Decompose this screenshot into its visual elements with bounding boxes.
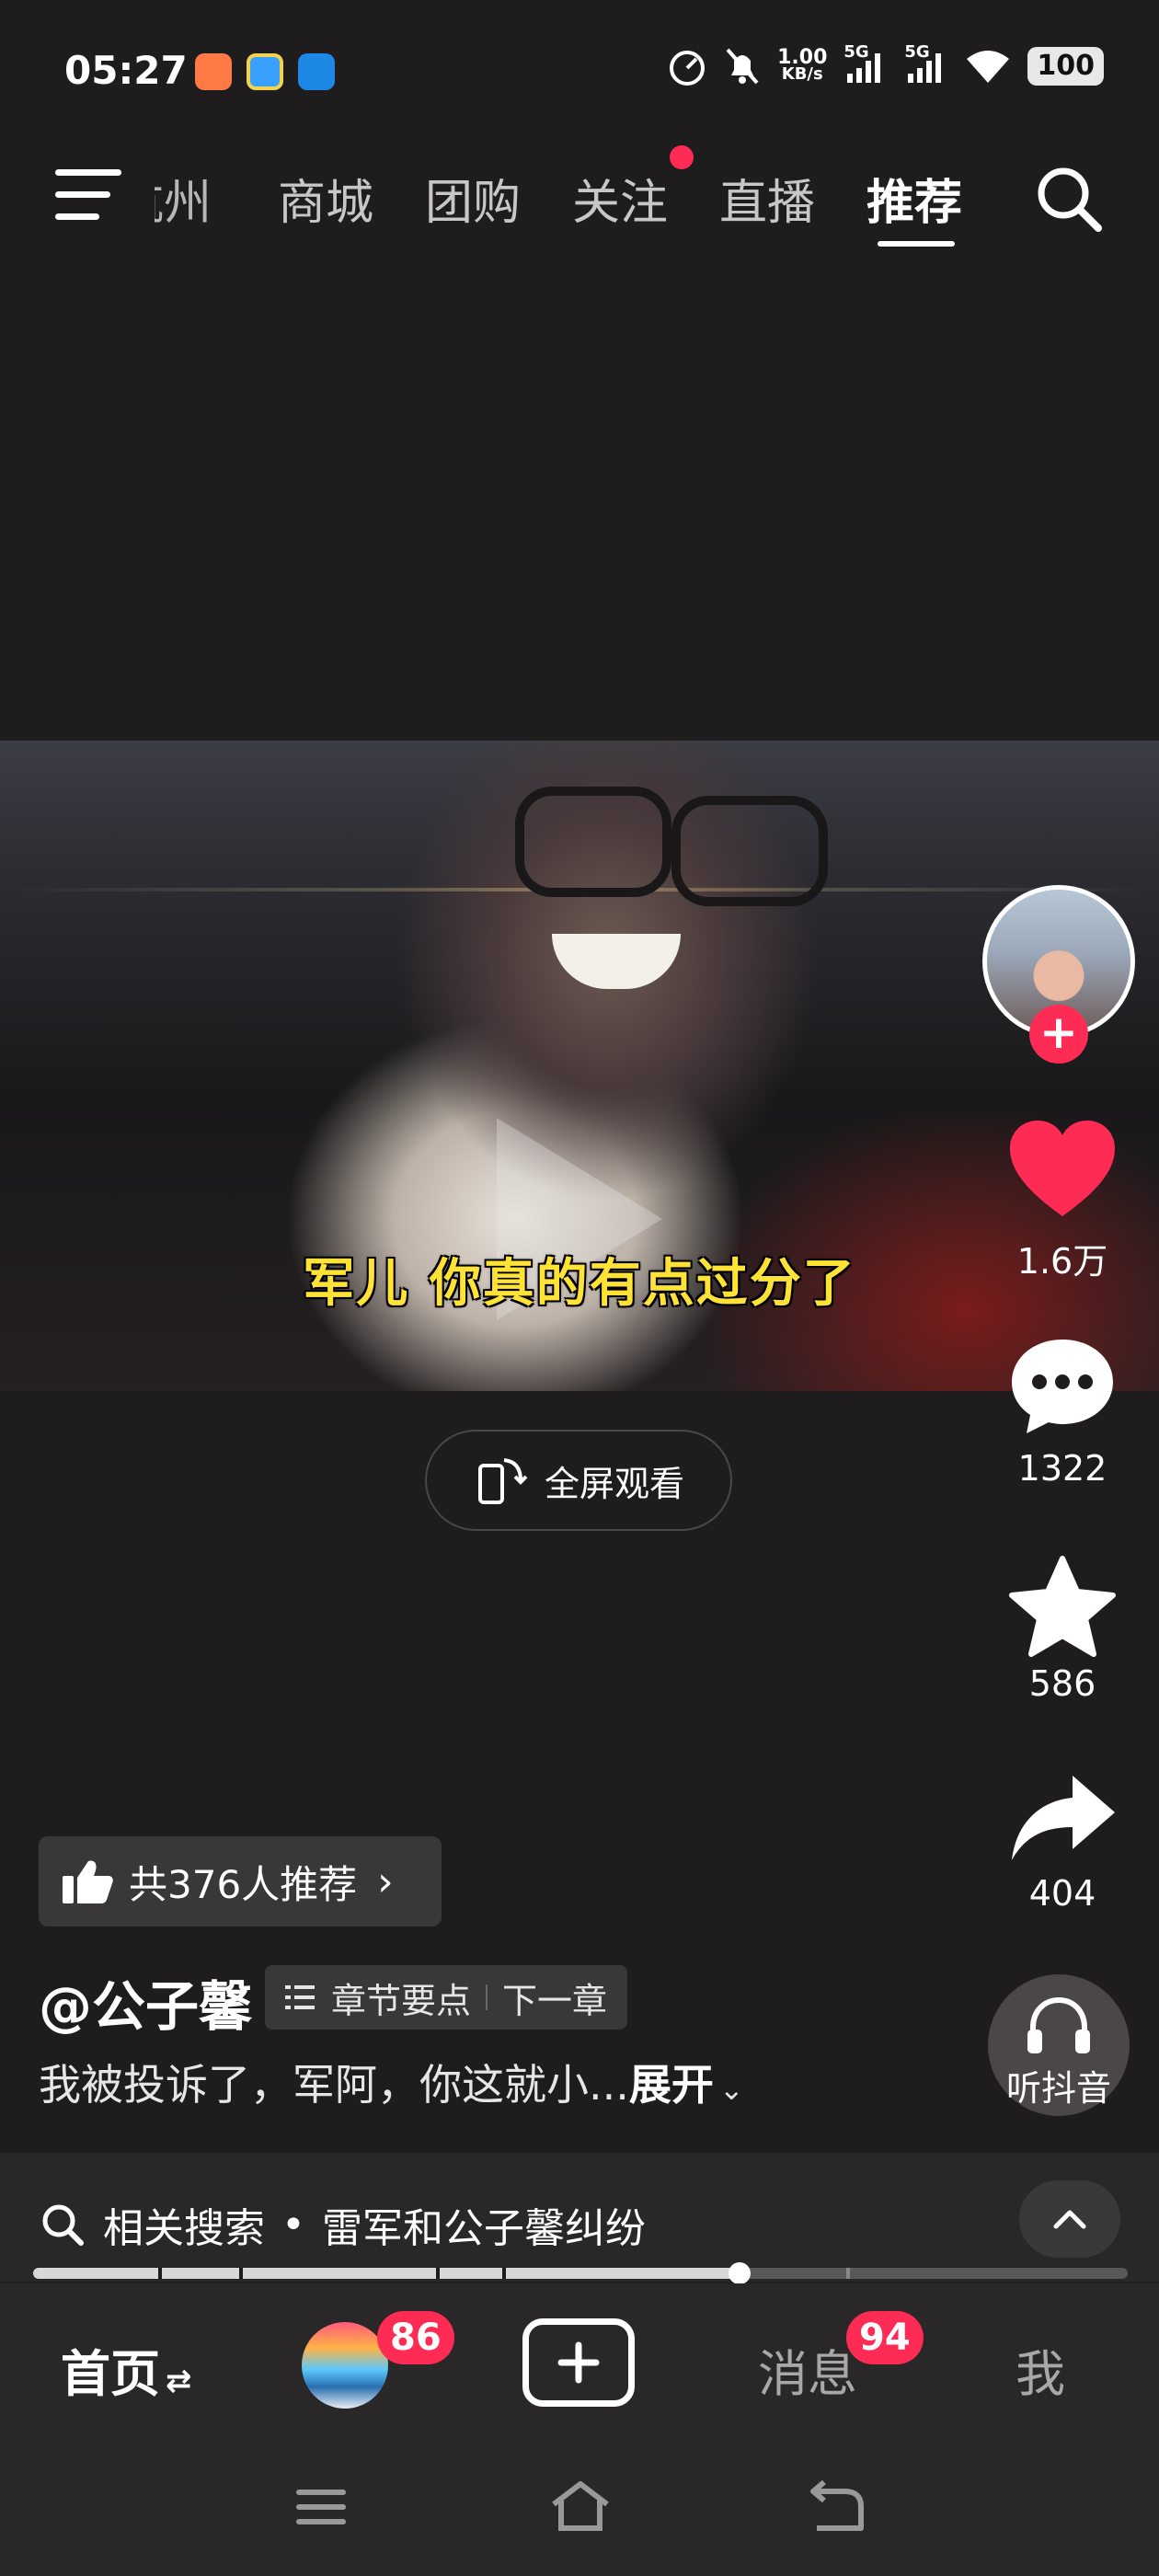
speedometer-icon xyxy=(670,51,706,86)
search-icon[interactable] xyxy=(1032,162,1106,236)
messages-badge: 94 xyxy=(846,2311,924,2364)
chapter-marker xyxy=(239,2268,243,2279)
heart-icon[interactable] xyxy=(1008,1121,1117,1218)
tab-hangzhou-label: 杭州 xyxy=(155,176,212,231)
chapter-divider xyxy=(486,1984,488,2010)
follow-button[interactable]: + xyxy=(1029,1005,1088,1064)
share-count: 404 xyxy=(1028,1873,1096,1914)
friends-badge: 86 xyxy=(377,2311,454,2364)
signal-2: 5G xyxy=(904,42,948,86)
net-speed-unit: KB/s xyxy=(781,64,823,84)
nav-me[interactable]: 我 xyxy=(1016,2333,1065,2406)
status-indicators: 1.00 KB/s 5G 5G 100 xyxy=(667,42,1104,86)
chapter-marker xyxy=(846,2268,850,2279)
comment-count: 1322 xyxy=(1017,1448,1107,1489)
tab-following[interactable]: 关注 xyxy=(572,164,668,233)
video-progress-knob[interactable] xyxy=(728,2262,751,2284)
signal-1: 5G xyxy=(843,42,888,86)
listen-label: 听抖音 xyxy=(1005,2068,1111,2109)
description-text: 我被投诉了，军阿，你这就小... xyxy=(39,2060,629,2110)
related-search[interactable]: 相关搜索 • 雷军和公子馨纠纷 xyxy=(39,2195,646,2254)
listen-button[interactable]: 听抖音 xyxy=(988,1974,1130,2116)
nav-home[interactable]: 首页 ⇄ xyxy=(61,2333,192,2406)
home-icon[interactable] xyxy=(548,2478,613,2534)
nav-messages[interactable]: 消息 xyxy=(758,2333,857,2406)
app-icon-orange xyxy=(195,53,232,90)
chapter-points-label: 章节要点 xyxy=(331,1980,472,2021)
mute-bell-icon xyxy=(726,48,759,85)
expand-link[interactable]: 展开 xyxy=(629,2060,714,2110)
wifi-icon xyxy=(967,51,1010,83)
rotate-screen-icon xyxy=(477,1458,528,1504)
star-icon[interactable] xyxy=(1008,1555,1117,1658)
related-search-prefix: 相关搜索 xyxy=(103,2205,265,2252)
thumbs-up-icon xyxy=(63,1860,113,1903)
nav-friends-thumbnail[interactable] xyxy=(302,2322,388,2409)
author-name[interactable]: @公子馨 xyxy=(39,1963,252,2041)
chapter-marker xyxy=(158,2268,162,2279)
headphones-icon xyxy=(1027,1996,1090,2053)
fullscreen-label: 全屏观看 xyxy=(544,1463,684,1504)
chevron-down-icon: ⌄ xyxy=(718,2072,744,2107)
recommend-chip[interactable]: 共376人推荐 › xyxy=(39,1836,442,1926)
post-description: 我被投诉了，军阿，你这就小...展开 ⌄ xyxy=(39,2052,744,2112)
app-icon-blue xyxy=(298,53,335,90)
related-search-query: 雷军和公子馨纠纷 xyxy=(321,2205,646,2252)
favorite-count: 586 xyxy=(1028,1663,1096,1704)
video-player[interactable]: 军儿 你真的有点过分了 xyxy=(0,741,1159,1391)
app-icon-wallet xyxy=(247,53,283,90)
share-icon[interactable] xyxy=(1008,1772,1119,1864)
tab-recommend[interactable]: 推荐 xyxy=(866,164,962,233)
signal-bars-icon xyxy=(908,53,942,83)
video-progress-fill xyxy=(33,2268,740,2279)
switch-icon: ⇄ xyxy=(166,2363,192,2399)
tab-mall[interactable]: 商城 xyxy=(278,164,373,233)
fullscreen-button[interactable]: 全屏观看 xyxy=(425,1430,732,1531)
chapter-chip[interactable]: 章节要点 下一章 xyxy=(265,1965,628,2030)
recent-apps-icon[interactable] xyxy=(293,2484,353,2530)
recommend-label: 共376人推荐 xyxy=(129,1861,358,1907)
next-chapter-label[interactable]: 下一章 xyxy=(502,1972,607,2023)
tab-group-buy[interactable]: 团购 xyxy=(425,164,521,233)
status-time: 05:27 xyxy=(64,48,188,93)
search-icon xyxy=(42,2204,84,2246)
tab-live[interactable]: 直播 xyxy=(719,164,815,233)
top-nav-tabs: 杭州 商城 团购 关注 直播 推荐 xyxy=(0,145,1159,247)
related-search-separator: • xyxy=(281,2201,305,2248)
plus-icon xyxy=(557,2341,600,2384)
collapse-button[interactable] xyxy=(1019,2180,1120,2258)
chevron-up-icon xyxy=(1053,2210,1086,2229)
signal-bars-icon xyxy=(847,53,881,83)
net-speed: 1.00 KB/s xyxy=(777,48,827,84)
chevron-right-icon: › xyxy=(377,1857,394,1905)
battery-level: 100 xyxy=(1027,47,1104,86)
video-frame-glasses xyxy=(515,787,828,906)
tab-hangzhou[interactable]: 杭州 xyxy=(155,164,232,237)
video-frame-smile xyxy=(552,934,681,989)
like-count: 1.6万 xyxy=(1016,1241,1108,1282)
following-notification-dot xyxy=(670,145,694,169)
active-tab-underline xyxy=(878,241,955,247)
list-icon xyxy=(285,1985,315,2009)
chapter-marker xyxy=(436,2268,440,2279)
comment-icon[interactable] xyxy=(1008,1336,1117,1437)
nav-home-label: 首页 xyxy=(61,2345,160,2403)
back-icon[interactable] xyxy=(808,2478,866,2534)
chapter-marker xyxy=(502,2268,506,2279)
create-button[interactable] xyxy=(522,2318,635,2407)
